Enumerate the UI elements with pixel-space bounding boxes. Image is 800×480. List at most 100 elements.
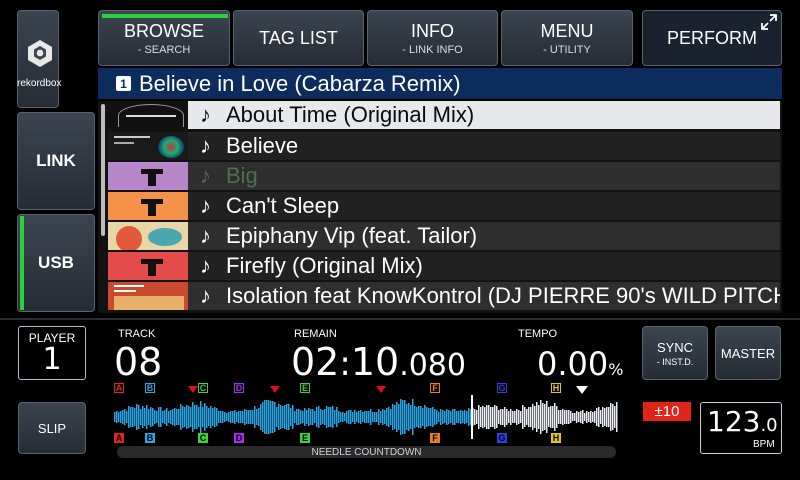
track-list[interactable]: ♪ About Time (Original Mix) ♪ Believe ♪ … [98, 101, 782, 313]
waveform-bar [534, 406, 536, 428]
waveform-bar [372, 412, 374, 422]
waveform-bar [558, 410, 560, 424]
waveform-bar [426, 407, 428, 427]
waveform-bar [366, 411, 368, 423]
waveform-bar [340, 412, 342, 422]
waveform-bar [552, 406, 554, 428]
waveform-bar [562, 409, 564, 425]
list-item[interactable]: ♪ Big [108, 162, 780, 190]
waveform-bar [394, 405, 396, 429]
hotcue-c-marker[interactable]: C [198, 433, 208, 443]
waveform-bar [136, 404, 138, 430]
tab-browse[interactable]: BROWSE - SEARCH [98, 10, 230, 66]
tempo-value: 0.00 [537, 345, 609, 383]
remain-milliseconds: .080 [399, 348, 466, 383]
hotcue-f-marker[interactable]: F [430, 383, 440, 393]
hotcue-c-marker[interactable]: C [198, 383, 208, 393]
waveform-bar [322, 410, 324, 424]
waveform-bar [224, 412, 226, 422]
expand-icon[interactable] [760, 13, 778, 31]
waveform-bar [318, 406, 320, 428]
waveform-bar [378, 409, 380, 425]
waveform-bar [384, 410, 386, 424]
waveform-bar [162, 411, 164, 423]
waveform-bar [116, 411, 118, 423]
list-item[interactable]: ♪ Believe [108, 132, 780, 160]
waveform-bar [444, 411, 446, 423]
link-source-button[interactable]: LINK [17, 112, 95, 210]
slip-button[interactable]: SLIP [18, 402, 86, 454]
waveform-bar [150, 407, 152, 427]
usb-source-button[interactable]: USB [17, 214, 95, 312]
waveform-bar [428, 408, 430, 426]
waveform-bar [320, 409, 322, 425]
deck-number-badge: 1 [116, 76, 131, 91]
waveform-bar [502, 409, 504, 425]
waveform-bar [462, 411, 464, 423]
tab-tag-list[interactable]: TAG LIST [233, 10, 364, 66]
waveform-bar [268, 400, 270, 434]
waveform-bar [248, 410, 250, 424]
waveform-bar [152, 408, 154, 426]
hotcue-b-marker[interactable]: B [145, 433, 155, 443]
hotcue-g-marker[interactable]: G [497, 433, 507, 443]
list-item[interactable]: ♪ Epiphany Vip (feat. Tailor) [108, 222, 780, 250]
waveform-bar [616, 402, 618, 432]
hotcue-h-marker[interactable]: H [551, 383, 561, 393]
waveform-bar [572, 413, 574, 421]
hotcue-e-marker[interactable]: E [300, 433, 310, 443]
waveform-bar [526, 409, 528, 425]
waveform-bar [484, 407, 486, 427]
tab-browse-sub: - SEARCH [137, 43, 191, 56]
list-scrollbar[interactable] [101, 104, 105, 236]
tempo-range-badge: ±10 [643, 402, 691, 421]
hotcue-h-marker[interactable]: H [551, 433, 561, 443]
hotcue-f-marker[interactable]: F [430, 433, 440, 443]
waveform-bar [196, 405, 198, 429]
hotcue-e-marker[interactable]: E [300, 383, 310, 393]
waveform-bar [220, 411, 222, 423]
needle-countdown-bar[interactable]: NEEDLE COUNTDOWN [117, 446, 616, 458]
tab-info[interactable]: INFO - LINK INFO [367, 10, 498, 66]
hotcue-a-marker[interactable]: A [114, 383, 124, 393]
waveform-bar [508, 411, 510, 423]
master-button[interactable]: MASTER [715, 326, 781, 380]
waveform-bar [274, 402, 276, 432]
tempo-range-value: ±10 [654, 403, 680, 420]
waveform-bar [306, 410, 308, 424]
waveform-bar [518, 410, 520, 424]
track-name: About Time (Original Mix) [226, 102, 475, 127]
hotcue-b-marker[interactable]: B [145, 383, 155, 393]
hotcue-d-marker[interactable]: D [234, 433, 244, 443]
browser-title-bar: 1 Believe in Love (Cabarza Remix) [98, 68, 782, 99]
waveform-bar [404, 400, 406, 434]
tab-menu[interactable]: MENU - UTILITY [501, 10, 633, 66]
waveform-bar [270, 401, 272, 433]
hotcue-a-marker[interactable]: A [114, 433, 124, 443]
list-item[interactable]: ♪ About Time (Original Mix) [108, 101, 780, 129]
music-note-icon: ♪ [200, 102, 211, 127]
hotcue-g-marker[interactable]: G [497, 383, 507, 393]
waveform-bar [528, 407, 530, 427]
list-item[interactable]: ♪ Can't Sleep [108, 192, 780, 220]
sync-button[interactable]: SYNC - INST.D. [642, 326, 708, 380]
waveform-bar [442, 410, 444, 424]
waveform-bar [130, 407, 132, 427]
waveform-bar [414, 406, 416, 428]
waveform-bar [606, 407, 608, 427]
waveform-bar [422, 408, 424, 426]
waveform-bar [440, 409, 442, 425]
list-item[interactable]: ♪ Isolation feat KnowKontrol (DJ PIERRE … [108, 282, 780, 310]
waveform-bar [262, 402, 264, 432]
waveform-bar [538, 405, 540, 429]
waveform-bar [310, 409, 312, 425]
hotcue-d-marker[interactable]: D [234, 383, 244, 393]
waveform-bar [138, 405, 140, 429]
waveform-bar [434, 409, 436, 425]
memory-cue-marker [188, 386, 198, 393]
waveform-bar [176, 409, 178, 425]
waveform-bar [516, 409, 518, 425]
waveform-bar [514, 411, 516, 423]
waveform-bar [242, 411, 244, 423]
list-item[interactable]: ♪ Firefly (Original Mix) [108, 252, 780, 280]
